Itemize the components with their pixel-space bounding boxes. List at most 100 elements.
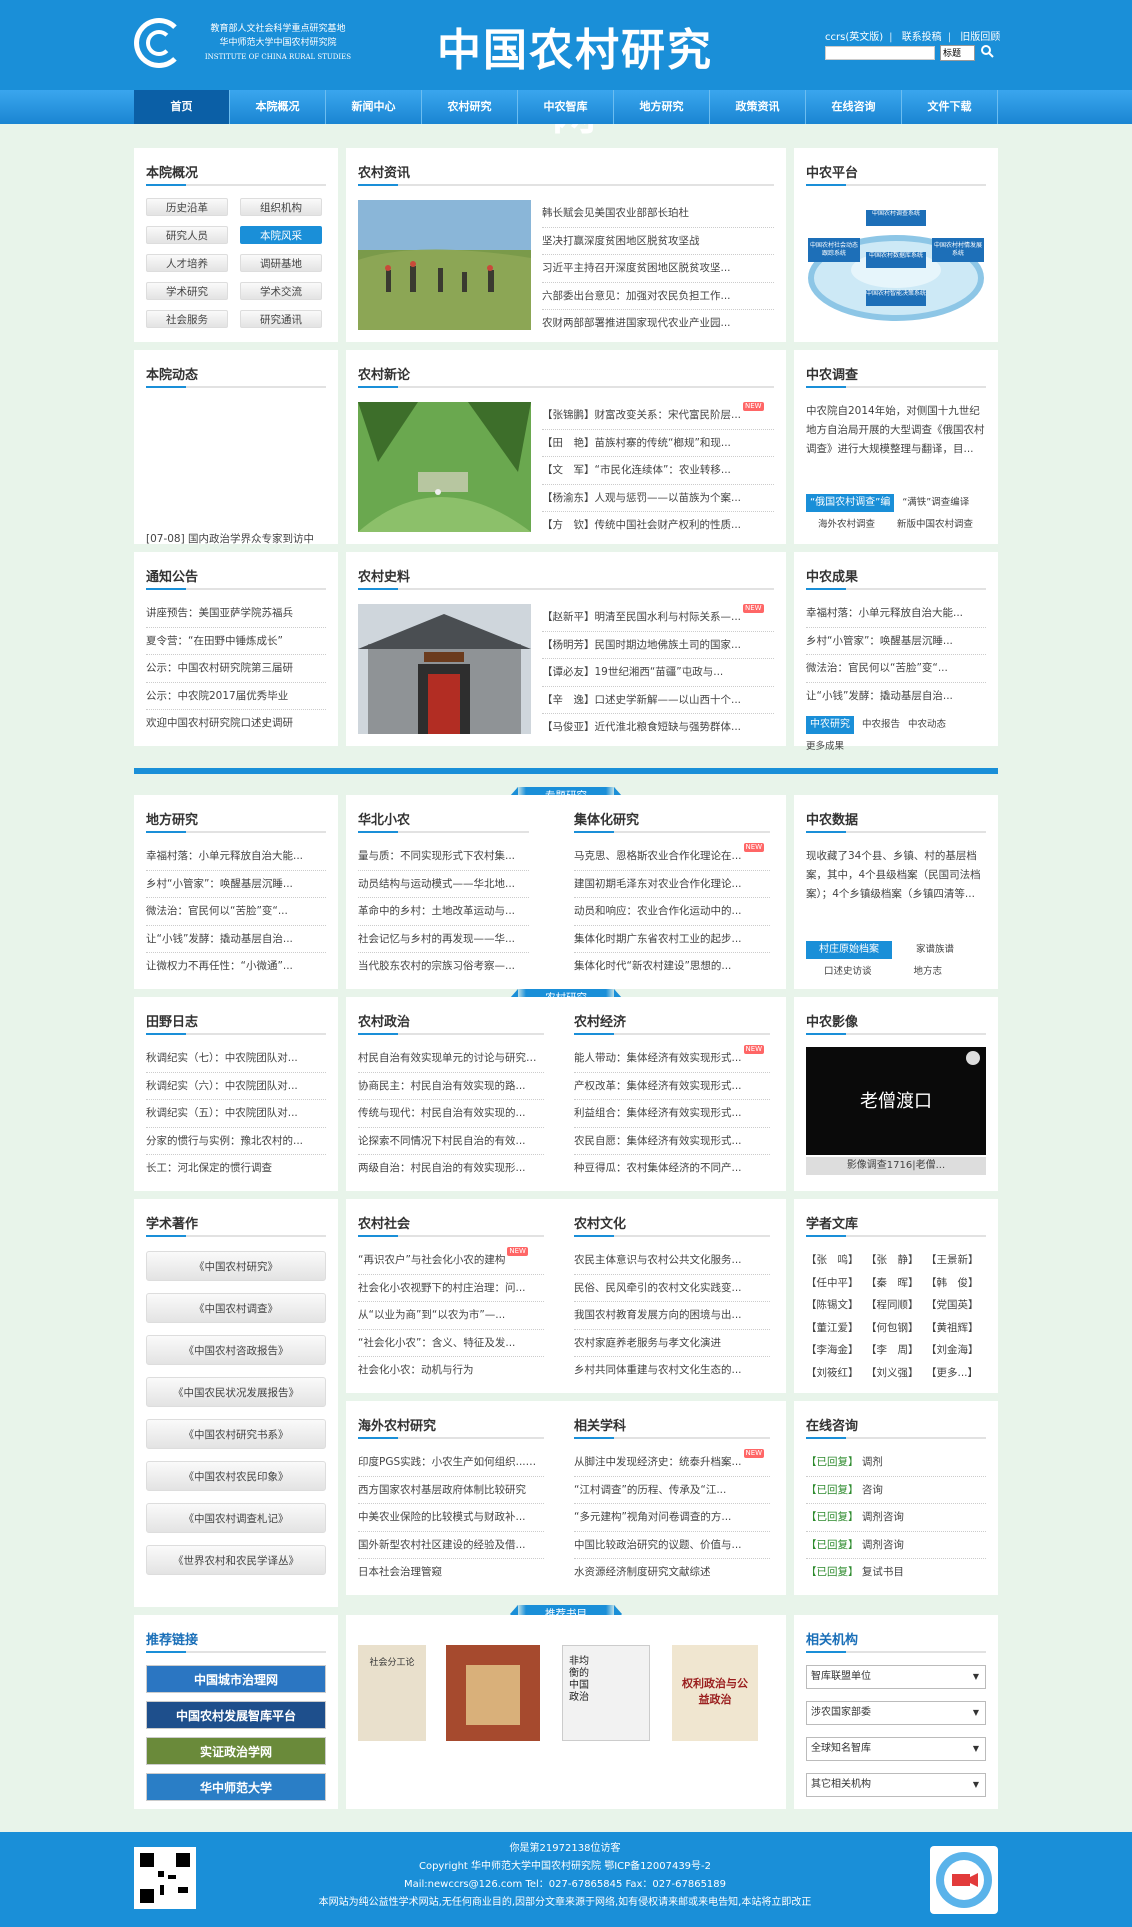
list-item[interactable]: 从“以业为商”到“以农为市”—... — [358, 1302, 544, 1330]
data-tab-oral-history[interactable]: 口述史访谈 — [824, 963, 872, 977]
panel-title[interactable]: 通知公告 — [146, 566, 198, 585]
farmers-field-image[interactable] — [358, 200, 531, 330]
ministries-select[interactable]: 涉农国家部委 — [806, 1701, 986, 1725]
platform-node-social[interactable]: 中国农村社会动态跟踪系统 — [808, 238, 860, 262]
work-button[interactable]: 《中国农村咨政报告》 — [146, 1335, 326, 1365]
video-player[interactable]: 老僧渡口 — [806, 1047, 986, 1155]
list-item[interactable]: 习近平主持召开深度贫困地区脱贫攻坚... — [542, 255, 774, 283]
panel-title[interactable]: 中农平台 — [806, 162, 858, 181]
list-item[interactable]: 让“小钱”发酵：撬动基层自治... — [146, 926, 326, 953]
panel-title[interactable]: 田野日志 — [146, 1011, 198, 1030]
scholar-more-link[interactable]: 【更多...】 — [926, 1362, 986, 1385]
platform-node-village[interactable]: 中国农村村情发展系统 — [932, 238, 984, 262]
list-item[interactable]: 【赵新平】明清至民国水利与村际关系—...NEW — [542, 604, 774, 632]
scholar-link[interactable]: 【刘义强】 — [866, 1362, 926, 1385]
list-item[interactable]: 中美农业保险的比较模式与财政补... — [358, 1504, 544, 1532]
play-icon[interactable] — [966, 1051, 980, 1065]
scholar-link[interactable]: 【董江爱】 — [806, 1317, 866, 1340]
book-cover[interactable]: 权利政治与公益政治 — [672, 1645, 758, 1741]
list-item[interactable]: 马克思、恩格斯农业合作化理论在...NEW — [574, 843, 770, 871]
list-item[interactable]: 秋调纪实（六）：中农院团队对... — [146, 1073, 326, 1100]
scholar-link[interactable]: 【党国英】 — [926, 1294, 986, 1317]
survey-tab-russia[interactable]: “俄国农村调查”编 — [806, 494, 895, 512]
book-cover[interactable] — [446, 1645, 540, 1741]
panel-title[interactable]: 中农数据 — [806, 809, 858, 828]
nav-policy[interactable]: 政策资讯 — [710, 90, 806, 124]
list-item[interactable]: 让“小钱”发酵：撬动基层自治... — [806, 683, 986, 711]
list-item[interactable]: 公示：中国农村研究院第三届研 — [146, 655, 326, 683]
about-research-button[interactable]: 学术研究 — [146, 282, 228, 300]
nav-think-tank[interactable]: 中农智库 — [518, 90, 614, 124]
list-item[interactable]: 长工：河北保定的惯行调查 — [146, 1155, 326, 1183]
list-item[interactable]: 农财两部部署推进国家现代农业产业园... — [542, 310, 774, 338]
scholar-link[interactable]: 【刘筱红】 — [806, 1362, 866, 1385]
list-item[interactable]: 社会记忆与乡村的再发现——华... — [358, 926, 529, 953]
search-input[interactable] — [825, 46, 935, 60]
scholar-link[interactable]: 【韩 俊】 — [926, 1272, 986, 1295]
about-training-button[interactable]: 人才培养 — [146, 254, 228, 272]
list-item[interactable]: 动员结构与运动模式——华北地... — [358, 871, 529, 898]
list-item[interactable]: 【方 钦】传统中国社会财产权利的性质... — [542, 512, 774, 540]
video-caption[interactable]: 影像调查1716|老僧... — [806, 1157, 986, 1175]
nav-rural-research[interactable]: 农村研究 — [422, 90, 518, 124]
panel-title[interactable]: 农村经济 — [574, 1011, 626, 1030]
panel-title[interactable]: 学者文库 — [806, 1213, 858, 1232]
list-item[interactable]: 【杨渝东】人观与惩罚——以苗族为个案... — [542, 485, 774, 512]
list-item[interactable]: 坚决打赢深度贫困地区脱贫攻坚战 — [542, 228, 774, 255]
list-item[interactable]: 论探索不同情况下村民自治的有效... — [358, 1128, 544, 1155]
search-field-select[interactable]: 标题 — [940, 45, 975, 61]
nav-consult[interactable]: 在线咨询 — [806, 90, 902, 124]
list-item[interactable]: 【辛 逸】口述史学新解——以山西十个... — [542, 687, 774, 714]
list-item[interactable]: 让微权力不再任性：“小微通”... — [146, 953, 326, 981]
scholar-link[interactable]: 【李海金】 — [806, 1339, 866, 1362]
work-button[interactable]: 《世界农村和农民学译丛》 — [146, 1545, 326, 1575]
list-item[interactable]: 农村家庭养老服务与孝文化演进 — [574, 1330, 770, 1357]
list-item[interactable]: 秋调纪实（七）：中农院团队对... — [146, 1045, 326, 1073]
about-exchange-button[interactable]: 学术交流 — [240, 282, 322, 300]
list-item[interactable]: 乡村“小管家”：唤醒基层沉睡... — [146, 871, 326, 898]
list-item[interactable]: 国外新型农村社区建设的经验及借... — [358, 1532, 544, 1559]
list-item[interactable]: 【已回复】 复试书目 — [806, 1559, 986, 1587]
list-item[interactable]: 当代胶东农村的宗族习俗考察—... — [358, 953, 529, 981]
valley-image[interactable] — [358, 402, 531, 532]
nav-downloads[interactable]: 文件下载 — [902, 90, 998, 124]
survey-tab-new-edition[interactable]: 新版中国农村调查 — [897, 516, 973, 530]
data-tab-genealogy[interactable]: 家谱族谱 — [916, 941, 954, 959]
panel-title[interactable]: 农村文化 — [574, 1213, 626, 1232]
list-item[interactable]: 水资源经济制度研究文献综述 — [574, 1559, 770, 1587]
list-item[interactable]: 社会化小农视野下的村庄治理：问... — [358, 1275, 544, 1302]
list-item[interactable]: 乡村“小管家”：唤醒基层沉睡... — [806, 628, 986, 655]
about-history-button[interactable]: 历史沿革 — [146, 198, 228, 216]
link-ccnu[interactable]: 华中师范大学 — [146, 1773, 326, 1801]
scholar-link[interactable]: 【黄祖辉】 — [926, 1317, 986, 1340]
about-org-button[interactable]: 组织机构 — [240, 198, 322, 216]
work-button[interactable]: 《中国农村研究》 — [146, 1251, 326, 1281]
panel-title[interactable]: 本院概况 — [146, 162, 198, 181]
about-service-button[interactable]: 社会服务 — [146, 310, 228, 328]
list-item[interactable]: 从脚注中发现经济史：统泰升档案...NEW — [574, 1449, 770, 1477]
panel-title[interactable]: 中农成果 — [806, 566, 858, 585]
list-item[interactable]: 【文 军】“市民化连续体”：农业转移... — [542, 457, 774, 485]
nav-local-research[interactable]: 地方研究 — [614, 90, 710, 124]
list-item[interactable]: 西方国家农村基层政府体制比较研究 — [358, 1477, 544, 1504]
panel-title[interactable]: 学术著作 — [146, 1213, 198, 1232]
scholar-link[interactable]: 【张 静】 — [866, 1249, 926, 1272]
panel-title[interactable]: 农村社会 — [358, 1213, 410, 1232]
list-item[interactable]: “社会化小农”：含义、特征及发... — [358, 1330, 544, 1357]
work-button[interactable]: 《中国农村研究书系》 — [146, 1419, 326, 1449]
panel-title[interactable]: 农村史料 — [358, 566, 410, 585]
list-item[interactable]: 六部委出台意见：加强对农民负担工作... — [542, 283, 774, 310]
video-camera-icon[interactable] — [930, 1846, 998, 1914]
list-item[interactable]: 夏令营：“在田野中锤炼成长” — [146, 628, 326, 655]
book-cover[interactable]: 非均衡的中国政治 — [562, 1645, 650, 1741]
list-item[interactable]: 【已回复】 调剂咨询 — [806, 1504, 986, 1532]
list-item[interactable]: 欢迎中国农村研究院口述史调研 — [146, 710, 326, 738]
list-item[interactable]: 中国比较政治研究的议题、价值与... — [574, 1532, 770, 1559]
list-item[interactable]: 【已回复】 咨询 — [806, 1477, 986, 1504]
panel-title[interactable]: 相关机构 — [806, 1629, 858, 1648]
list-item[interactable]: 民俗、民风牵引的农村文化实践变... — [574, 1275, 770, 1302]
panel-title[interactable]: 相关学科 — [574, 1415, 626, 1434]
list-item[interactable]: 【谭必友】19世纪湘西“苗疆”屯政与... — [542, 659, 774, 687]
list-item[interactable]: 秋调纪实（五）：中农院团队对... — [146, 1100, 326, 1128]
list-item[interactable]: 【田 艳】苗族村寨的传统“榔规”和现... — [542, 430, 774, 457]
